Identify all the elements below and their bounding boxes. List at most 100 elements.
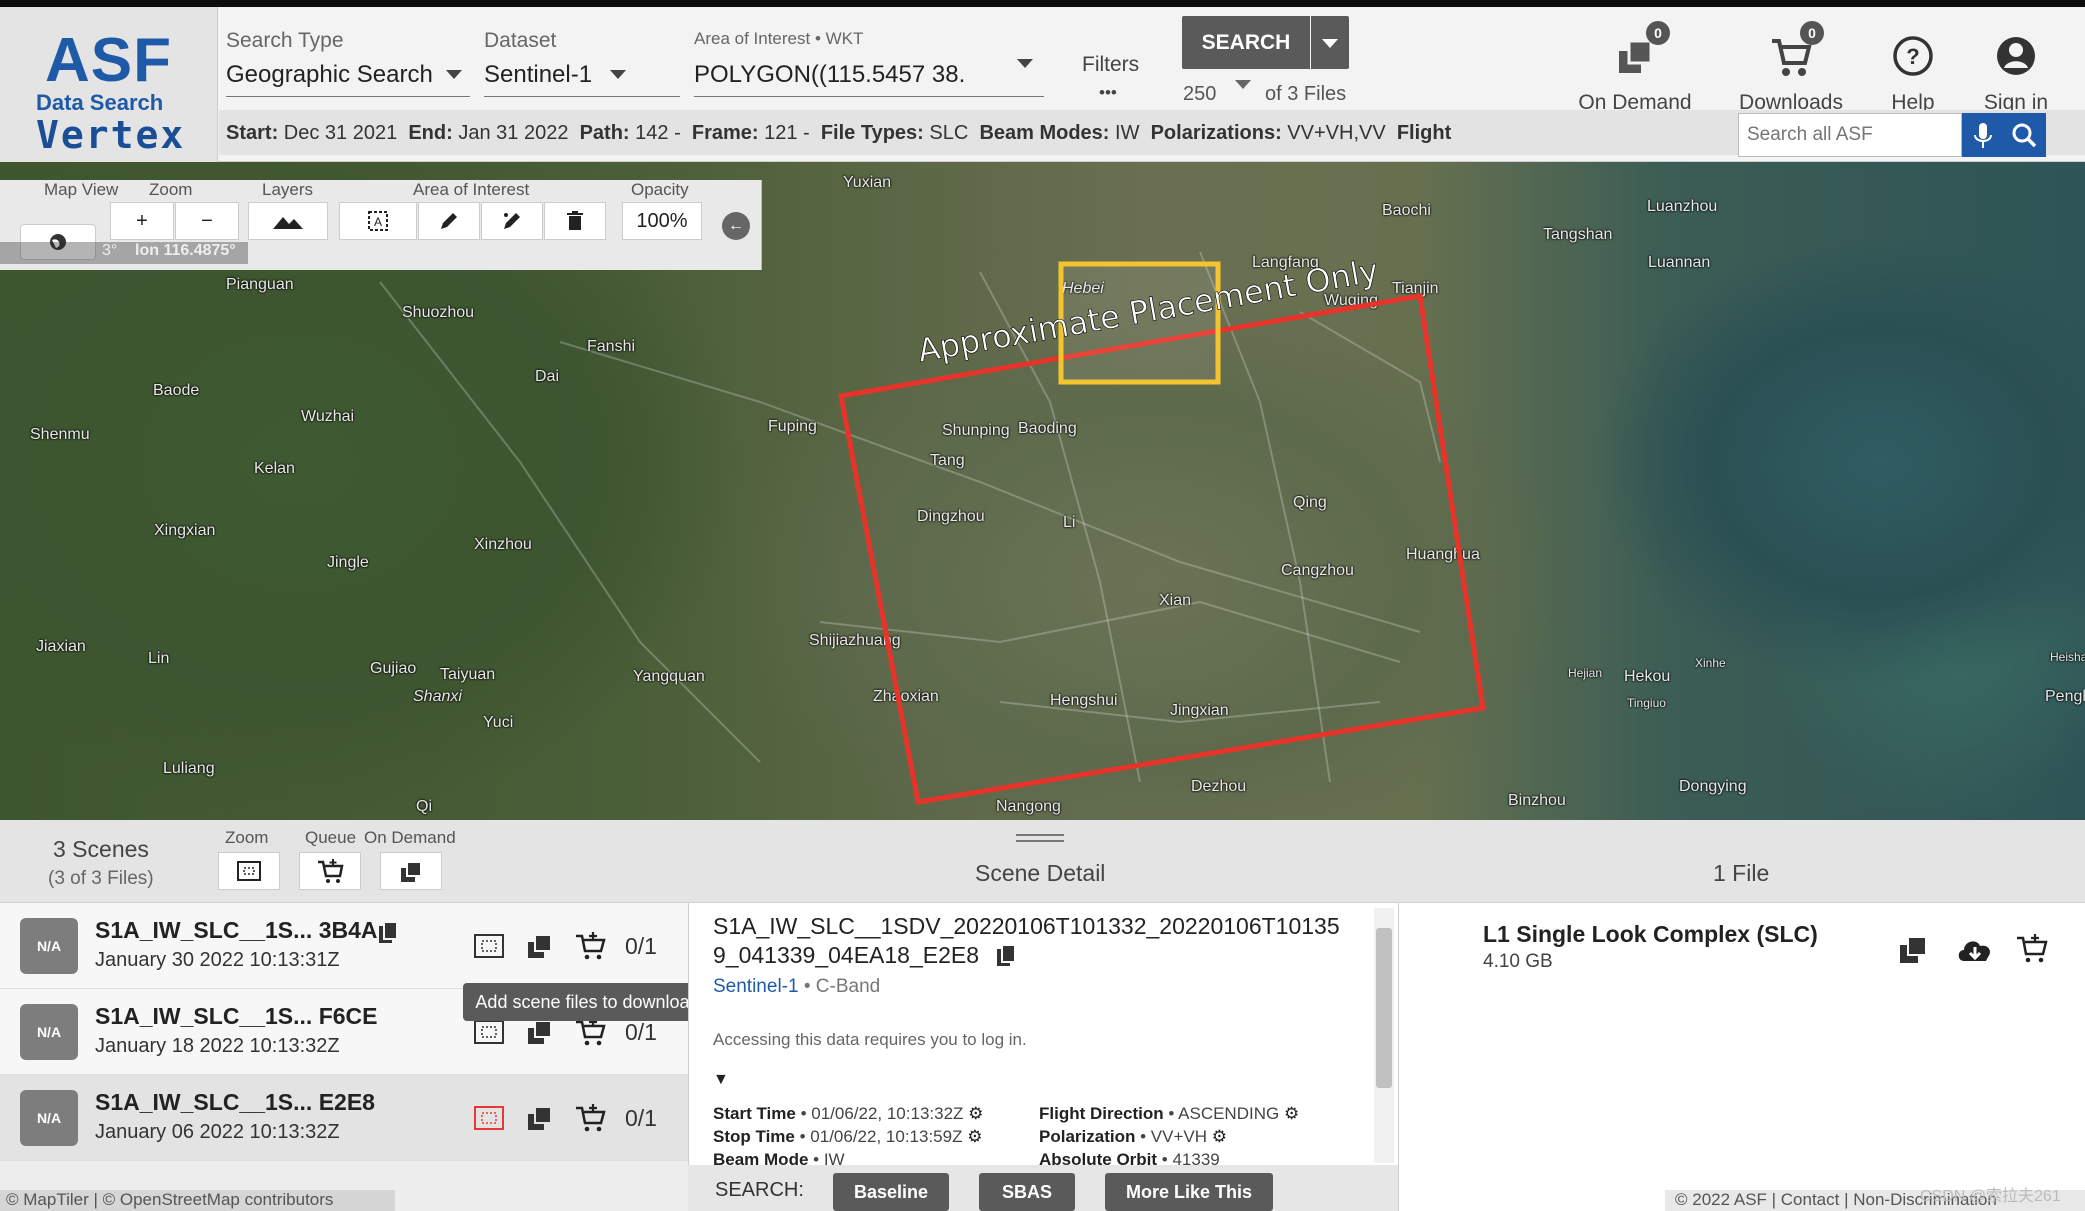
end-value: Jan 31 2022 [458, 122, 569, 144]
zoom-extent-icon [474, 1020, 504, 1044]
scene-thumbnail: N/A [20, 1004, 78, 1060]
clear-aoi-button[interactable] [544, 202, 606, 240]
opacity-button[interactable]: 100% [622, 202, 702, 240]
chevron-down-icon[interactable] [1017, 59, 1033, 68]
trash-icon [567, 211, 583, 230]
polarization-label: Polarization [1039, 1127, 1136, 1146]
voice-search-button[interactable] [1962, 113, 2004, 157]
mountain-icon [273, 217, 303, 229]
watermark: CSDN @索拉夫261 [1920, 1188, 2061, 1205]
asf-logo[interactable]: ASF Data Search Vertex [0, 7, 218, 162]
search-button[interactable]: SEARCH [1182, 16, 1310, 69]
cloud-download-icon [1958, 941, 1991, 961]
zoom-out-button[interactable]: − [175, 202, 239, 240]
absolute-orbit-value: • 41339 [1161, 1150, 1220, 1165]
account-icon [1997, 37, 2035, 75]
edit-aoi-button[interactable] [481, 202, 543, 240]
scene-row-selected[interactable]: N/A S1A_IW_SLC__1S... E2E8 January 06 20… [0, 1075, 688, 1161]
path-label: Path: [579, 122, 630, 144]
search-options-button[interactable] [1311, 16, 1349, 69]
draw-polygon-button[interactable] [418, 202, 480, 240]
on-demand-all-label: On Demand [364, 828, 456, 847]
add-scene-to-cart-button[interactable] [573, 929, 607, 963]
stop-time-value: • 01/06/22, 10:13:59Z [799, 1127, 963, 1146]
copy-icon[interactable] [377, 920, 399, 946]
on-demand-all-button[interactable] [380, 852, 442, 890]
dataset-band: • C-Band [803, 976, 881, 997]
zoom-label: Zoom [149, 180, 193, 199]
search-type-label: Search Type [226, 29, 344, 52]
file-on-demand-button[interactable] [1897, 933, 1933, 969]
scene-thumbnail: N/A [20, 918, 78, 974]
scenes-count: 3 Scenes [53, 836, 149, 862]
pol-label: Polarizations: [1150, 122, 1282, 144]
search-icon [2012, 123, 2037, 148]
queue-all-button[interactable] [299, 852, 361, 890]
absolute-orbit-label: Absolute Orbit [1039, 1150, 1158, 1165]
sbas-button[interactable]: SBAS [979, 1173, 1075, 1211]
gear-icon[interactable]: ⚙ [967, 1127, 982, 1146]
aoi-label: Area of Interest [413, 180, 530, 199]
stop-time-row: Stop Time • 01/06/22, 10:13:59Z ⚙ [713, 1127, 982, 1147]
dataset-link[interactable]: Sentinel-1 [713, 976, 799, 997]
start-time-label: Start Time [713, 1104, 796, 1123]
layers-button[interactable] [248, 202, 328, 240]
coordinates-readout: 3° lon 116.4875° [0, 242, 248, 264]
on-demand-scene-button[interactable] [523, 1101, 557, 1135]
scene-row[interactable]: N/A S1A_IW_SLC__1S... 3B4A January 30 20… [0, 903, 688, 989]
baseline-button[interactable]: Baseline [833, 1173, 949, 1211]
expand-toggle[interactable]: ▼ [713, 1071, 729, 1089]
gear-icon[interactable]: ⚙ [1212, 1127, 1227, 1146]
panel-resize-handle[interactable] [1016, 834, 1064, 842]
beam-label: Beam Modes: [979, 122, 1110, 144]
gear-icon[interactable]: ⚙ [968, 1104, 983, 1123]
scene-detail-panel[interactable]: S1A_IW_SLC__1SDV_20220106T101332_2022010… [688, 903, 1398, 1165]
frame-label: Frame: [691, 122, 759, 144]
zoom-to-scene-button[interactable] [472, 1101, 506, 1135]
filters-label: Filters [1082, 53, 1140, 76]
add-file-to-cart-button[interactable] [2015, 933, 2051, 969]
path-value: 142 - [635, 122, 681, 144]
scene-date: January 18 2022 10:13:32Z [95, 1035, 340, 1057]
related-search-label: SEARCH: [715, 1179, 804, 1201]
draw-box-button[interactable]: A [339, 202, 417, 240]
lon-readout: lon 116.4875° [135, 242, 236, 259]
detail-title-line-1: S1A_IW_SLC__1SDV_20220106T101332_2022010… [713, 913, 1340, 939]
scene-name: S1A_IW_SLC__1S... F6CE [95, 1003, 378, 1029]
asf-search-submit-button[interactable] [2004, 113, 2046, 157]
start-time-value: • 01/06/22, 10:13:32Z [800, 1104, 964, 1123]
aoi-label: Area of Interest • WKT [694, 29, 864, 48]
dataset-underline [484, 96, 680, 97]
start-time-row: Start Time • 01/06/22, 10:13:32Z ⚙ [713, 1104, 983, 1124]
absolute-orbit-row: Absolute Orbit • 41339 [1039, 1150, 1220, 1165]
zoom-extent-icon [237, 861, 261, 881]
chevron-down-icon [610, 70, 626, 79]
more-like-this-button[interactable]: More Like This [1105, 1173, 1273, 1211]
collapse-toolbar-button[interactable]: ← [722, 212, 750, 240]
on-demand-scene-button[interactable] [523, 929, 557, 963]
zoom-to-results-button[interactable] [218, 852, 280, 890]
zoom-in-button[interactable]: + [110, 202, 174, 240]
copy-icon[interactable] [995, 943, 1017, 969]
logo-asf-text: ASF [45, 26, 172, 95]
login-notice: Accessing this data requires you to log … [713, 1030, 1027, 1049]
detail-dataset: Sentinel-1 • C-Band [713, 976, 880, 998]
map-view[interactable]: Yuxian Baochi Luanzhou Tangshan Luannan … [0, 162, 2085, 820]
download-file-button[interactable] [1955, 933, 1995, 969]
zoom-to-scene-button[interactable] [472, 929, 506, 963]
cart-add-icon [576, 1104, 606, 1132]
filetypes-value: SLC [929, 122, 969, 144]
add-scene-to-cart-button[interactable] [573, 1101, 607, 1135]
gear-icon[interactable]: ⚙ [1284, 1104, 1299, 1123]
help-icon: ? [1893, 36, 1933, 76]
map-view-label: Map View [44, 180, 119, 199]
map-attribution[interactable]: © MapTiler | © OpenStreetMap contributor… [0, 1190, 395, 1211]
zoom-all-label: Zoom [225, 828, 269, 847]
results-header: 3 Scenes (3 of 3 Files) Zoom Queue On De… [0, 820, 2085, 903]
pol-value: VV+VH,VV [1287, 122, 1386, 144]
beam-value: IW [1115, 122, 1140, 144]
opacity-label: Opacity [631, 180, 689, 199]
beam-mode-label: Beam Mode [713, 1150, 809, 1165]
detail-scrollbar-thumb[interactable] [1376, 928, 1392, 1088]
search-all-asf-input[interactable] [1738, 113, 1962, 157]
